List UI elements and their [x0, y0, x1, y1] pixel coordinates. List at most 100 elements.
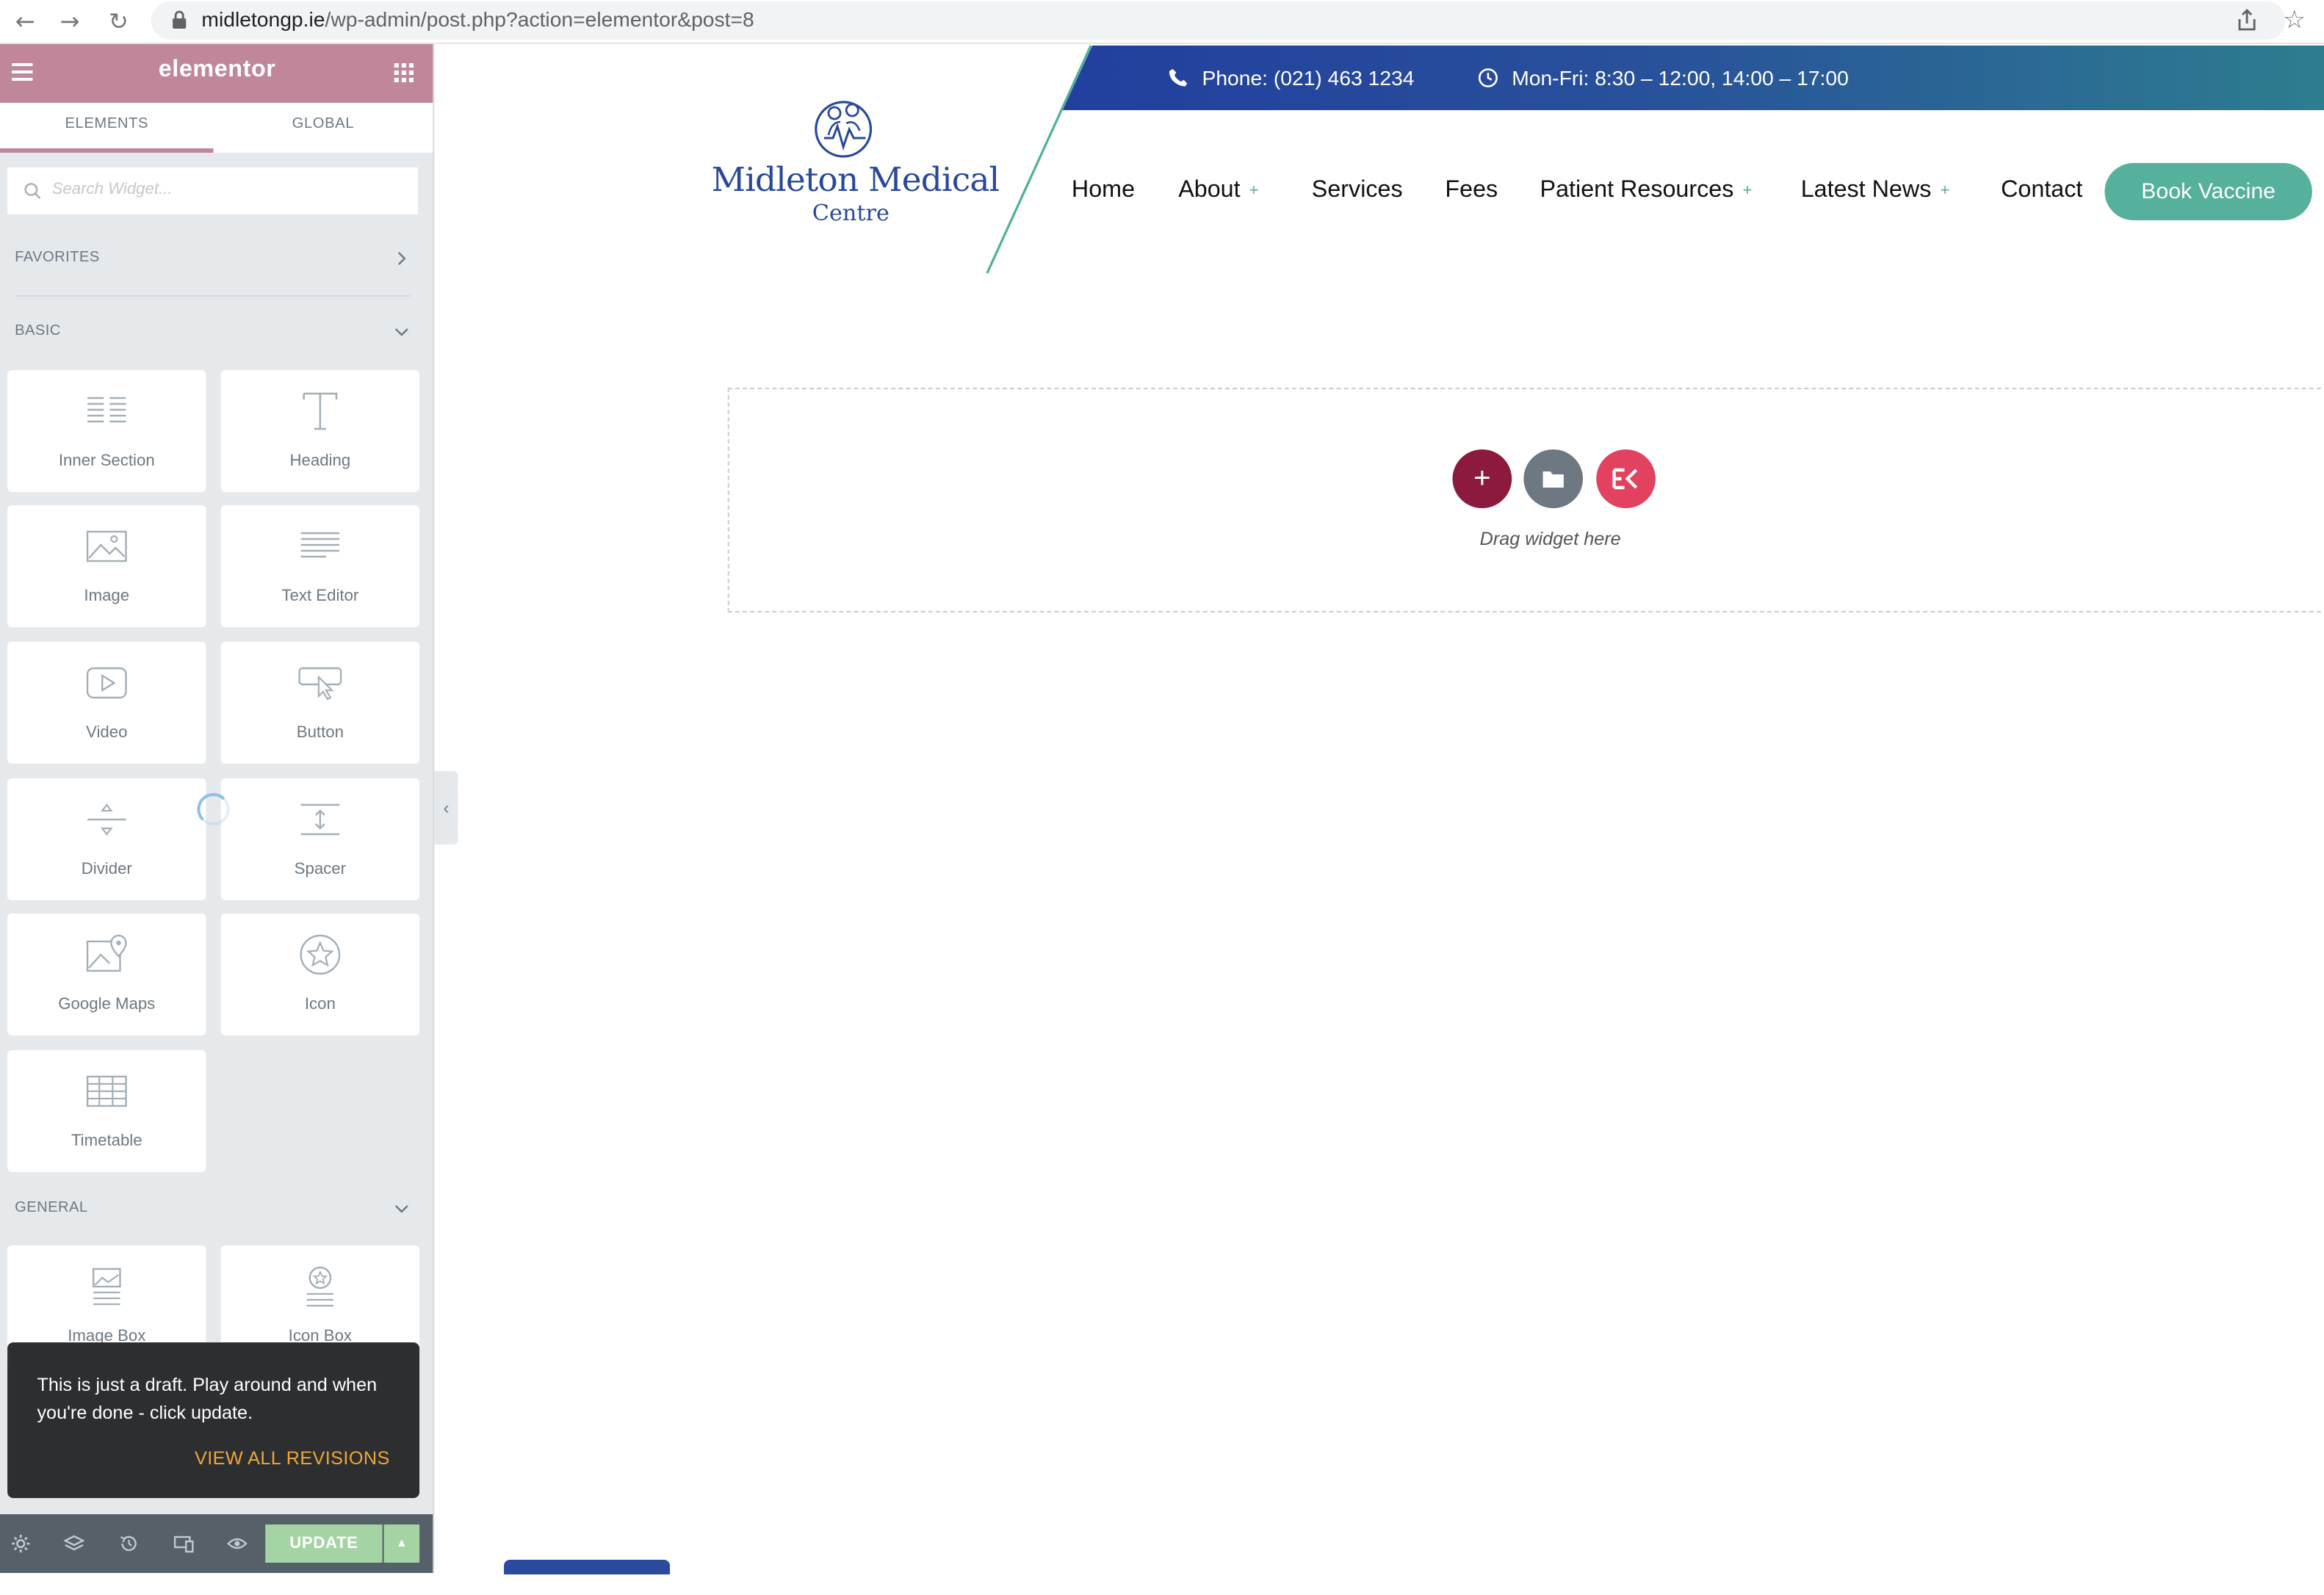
widget-timetable[interactable]: Timetable: [7, 1050, 206, 1172]
elementor-editor-window: ← → ↻ midletongp.ie/wp-admin/post.php?ac…: [0, 0, 2324, 1595]
submenu-plus-icon: +: [1742, 182, 1753, 200]
submenu-plus-icon: +: [1249, 182, 1259, 200]
clock-icon: [1478, 68, 1498, 87]
widget-heading[interactable]: Heading: [220, 370, 420, 492]
nav-about[interactable]: About +: [1178, 178, 1258, 204]
update-button[interactable]: UPDATE: [265, 1525, 383, 1563]
icon-box-icon: [306, 1266, 334, 1307]
category-general[interactable]: GENERAL: [15, 1200, 87, 1216]
widget-label: Heading: [289, 452, 351, 470]
widget-label: Video: [86, 724, 128, 742]
elementskit-library-button[interactable]: [1596, 449, 1656, 508]
google-maps-icon: [86, 934, 127, 972]
draft-notice-toast: This is just a draft. Play around and wh…: [7, 1342, 420, 1498]
history-icon[interactable]: [118, 1533, 139, 1554]
folder-icon: [1542, 471, 1564, 488]
book-vaccine-button[interactable]: Book Vaccine: [2104, 163, 2312, 220]
bookmark-star-icon[interactable]: ☆: [2278, 4, 2310, 37]
header-top-bar: Phone: (021) 463 1234 Mon-Fri: 8:30 – 12…: [1062, 46, 2324, 110]
category-basic[interactable]: BASIC: [15, 323, 61, 339]
widget-label: Divider: [81, 861, 132, 878]
widget-label: Button: [296, 724, 344, 742]
widget-search-input[interactable]: Search Widget...: [7, 167, 419, 214]
search-icon: [24, 183, 41, 199]
widget-google-maps[interactable]: Google Maps: [7, 914, 206, 1035]
image-box-icon: [92, 1267, 121, 1306]
site-logo[interactable]: Midleton Medical Centre: [696, 85, 1008, 232]
submenu-plus-icon: +: [1940, 182, 1950, 200]
navigator-layers-icon[interactable]: [63, 1533, 85, 1554]
nav-contact[interactable]: Contact: [2001, 178, 2082, 204]
widget-label: Inner Section: [58, 452, 155, 470]
widget-label: Spacer: [294, 861, 347, 878]
widget-text-editor[interactable]: Text Editor: [220, 505, 420, 627]
nav-label: Services: [1311, 178, 1403, 203]
lock-icon: [173, 10, 187, 29]
nav-label: About: [1178, 178, 1241, 203]
widget-label: Timetable: [71, 1132, 142, 1150]
phone-icon: [1169, 69, 1188, 87]
view-all-revisions-link[interactable]: VIEW ALL REVISIONS: [195, 1448, 390, 1469]
url-path: /wp-admin/post.php?action=elementor&post…: [325, 7, 754, 31]
url-host: midletongp.ie: [201, 7, 325, 31]
nav-patient-resources[interactable]: Patient Resources +: [1540, 178, 1753, 204]
heading-icon: [303, 392, 338, 430]
back-arrow-icon[interactable]: ←: [9, 6, 41, 38]
widget-label: Google Maps: [58, 996, 156, 1013]
widget-video[interactable]: Video: [7, 642, 206, 764]
forward-arrow-icon[interactable]: →: [54, 6, 86, 38]
tab-global[interactable]: GLOBAL: [217, 103, 430, 153]
nav-label: Home: [1071, 178, 1136, 203]
panel-tabs: ELEMENTS GLOBAL: [0, 103, 433, 153]
chevron-down-icon[interactable]: [394, 1201, 409, 1216]
nav-label: Patient Resources: [1540, 178, 1734, 203]
button-icon: [298, 667, 342, 701]
star-icon: [300, 934, 341, 975]
widget-image[interactable]: Image: [7, 505, 206, 627]
chevron-right-icon[interactable]: [394, 251, 409, 266]
add-section-plus-icon[interactable]: +: [1452, 449, 1512, 508]
widgets-grid-icon[interactable]: [394, 63, 414, 82]
widget-label: Icon: [304, 996, 336, 1013]
category-favorites[interactable]: FAVORITES: [15, 250, 99, 266]
nav-label: Contact: [2001, 178, 2083, 203]
nav-fees[interactable]: Fees: [1445, 178, 1498, 204]
section-drop-zone[interactable]: [727, 388, 2324, 612]
elementskit-logo-icon: [1612, 468, 1638, 490]
video-icon: [86, 667, 127, 699]
widget-label: Text Editor: [281, 587, 359, 605]
logo-subtitle: Centre: [812, 200, 889, 226]
responsive-mode-icon[interactable]: [173, 1533, 194, 1554]
tab-elements[interactable]: ELEMENTS: [0, 103, 214, 153]
settings-gear-icon[interactable]: [10, 1533, 31, 1554]
widget-spacer[interactable]: Spacer: [220, 778, 420, 900]
panel-header: elementor: [0, 44, 433, 103]
widget-icon[interactable]: Icon: [220, 914, 420, 1035]
browser-toolbar: ← → ↻ midletongp.ie/wp-admin/post.php?ac…: [0, 0, 2324, 44]
collapse-panel-chevron-icon[interactable]: ‹: [434, 771, 458, 844]
timetable-icon: [86, 1075, 127, 1107]
inner-section-icon: [87, 397, 126, 423]
opening-hours: Mon-Fri: 8:30 – 12:00, 14:00 – 17:00: [1512, 66, 1849, 90]
share-icon[interactable]: [2235, 9, 2259, 32]
preview-eye-icon[interactable]: [227, 1533, 248, 1554]
add-template-button[interactable]: [1523, 449, 1584, 508]
nav-label: Latest News: [1800, 178, 1932, 203]
reload-icon[interactable]: ↻: [102, 6, 134, 38]
nav-latest-news[interactable]: Latest News +: [1801, 178, 1950, 204]
nav-home[interactable]: Home: [1072, 178, 1135, 204]
elementor-logo: elementor: [158, 57, 276, 82]
search-placeholder: Search Widget...: [51, 181, 173, 198]
nav-services[interactable]: Services: [1312, 178, 1403, 204]
divider: [15, 295, 411, 297]
widget-divider[interactable]: Divider: [7, 778, 206, 900]
url-text[interactable]: midletongp.ie/wp-admin/post.php?action=e…: [201, 7, 754, 31]
update-options-caret-icon[interactable]: ▲: [383, 1525, 420, 1563]
widget-label: Image: [84, 587, 130, 605]
widget-inner-section[interactable]: Inner Section: [7, 370, 206, 492]
widget-button[interactable]: Button: [220, 642, 420, 764]
phone-number[interactable]: Phone: (021) 463 1234: [1202, 66, 1414, 90]
divider-icon: [87, 803, 126, 836]
footer-edge-tab: [504, 1560, 671, 1574]
chevron-down-icon[interactable]: [394, 325, 409, 339]
